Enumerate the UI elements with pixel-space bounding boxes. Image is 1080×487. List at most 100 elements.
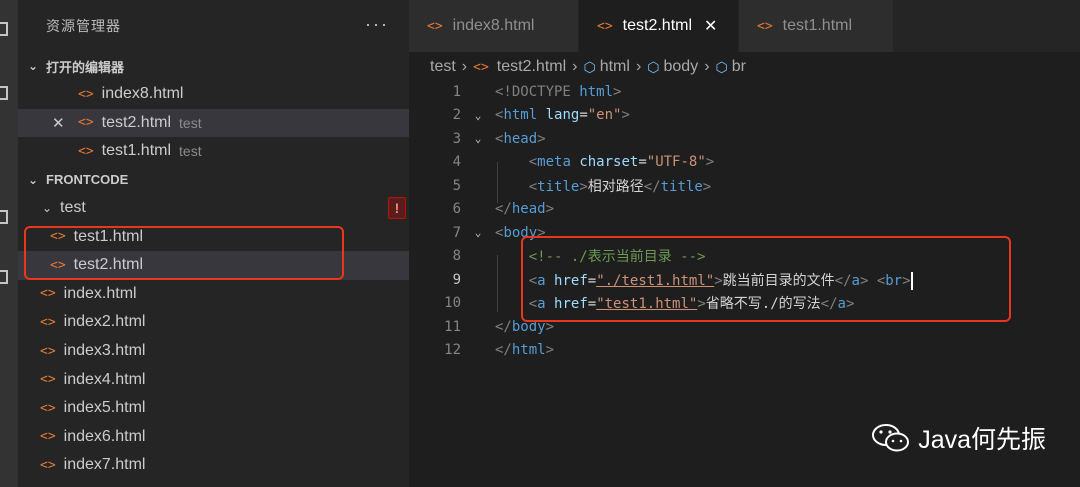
code-line: 12 </html> bbox=[409, 339, 1080, 363]
open-editor-name: test2.html bbox=[101, 113, 172, 131]
code-token: 相对路径 bbox=[587, 178, 644, 195]
chevron-down-icon[interactable]: ⌄ bbox=[461, 132, 495, 145]
chevron-down-icon: ⌄ bbox=[27, 59, 39, 73]
files-icon[interactable] bbox=[0, 22, 8, 36]
highlight-box bbox=[24, 226, 344, 280]
tab-test1[interactable]: <> test1.html bbox=[739, 0, 894, 52]
line-number: 12 bbox=[444, 342, 461, 359]
breadcrumb-item[interactable]: body bbox=[664, 58, 699, 76]
html-file-icon: <> bbox=[473, 59, 489, 75]
code-line: 6 </head> bbox=[409, 198, 1080, 222]
tab-index8[interactable]: <> index8.html bbox=[409, 0, 579, 52]
html-file-icon: <> bbox=[40, 457, 56, 473]
breadcrumb-item[interactable]: test2.html bbox=[497, 58, 566, 76]
source-control-icon[interactable] bbox=[0, 210, 8, 224]
open-editors-label: 打开的编辑器 bbox=[46, 59, 125, 75]
code-token: head bbox=[503, 130, 538, 147]
code-line: 3 ⌄ <head> bbox=[409, 127, 1080, 151]
file-item[interactable]: <> index4.html bbox=[18, 365, 409, 394]
code-token: "UTF-8" bbox=[646, 154, 706, 171]
html-file-icon: <> bbox=[40, 429, 56, 445]
workspace-label: FRONTCODE bbox=[46, 172, 129, 188]
code-token: head bbox=[511, 201, 546, 218]
chevron-right-icon: › bbox=[704, 58, 710, 75]
code-token: charset bbox=[579, 154, 639, 171]
file-item[interactable]: <> index5.html bbox=[18, 394, 409, 423]
line-number: 2 bbox=[452, 107, 461, 124]
file-item[interactable]: <> index7.html bbox=[18, 451, 409, 480]
file-name: index4.html bbox=[63, 370, 146, 388]
line-number: 11 bbox=[444, 318, 461, 335]
html-file-icon: <> bbox=[78, 86, 94, 102]
workspace-section[interactable]: ⌄ FRONTCODE bbox=[18, 166, 409, 194]
open-editor-item[interactable]: <> test1.html test bbox=[18, 137, 409, 166]
code-token: "en" bbox=[587, 107, 622, 124]
chevron-down-icon[interactable]: ⌄ bbox=[461, 226, 495, 239]
code-token: <!DOCTYPE bbox=[495, 83, 580, 100]
more-actions-icon[interactable]: ··· bbox=[365, 14, 389, 35]
file-item[interactable]: <> index2.html bbox=[18, 308, 409, 337]
open-editors-section[interactable]: ⌄ 打开的编辑器 bbox=[18, 52, 409, 80]
open-editor-hint: test bbox=[179, 143, 202, 160]
open-editor-hint: test bbox=[179, 114, 202, 131]
code-token: html bbox=[579, 83, 614, 100]
tab-label: index8.html bbox=[452, 17, 535, 34]
line-number: 3 bbox=[452, 130, 461, 147]
breadcrumb-item[interactable]: html bbox=[600, 58, 630, 76]
code-line: 5 <title>相对路径</title> bbox=[409, 174, 1080, 198]
breadcrumb-item[interactable]: br bbox=[732, 58, 746, 76]
chevron-down-icon: ⌄ bbox=[27, 172, 39, 187]
watermark-text: Java何先振 bbox=[918, 426, 1046, 454]
tab-test2[interactable]: <> test2.html ✕ bbox=[579, 0, 739, 52]
code-token: title bbox=[660, 178, 703, 195]
extensions-icon[interactable] bbox=[0, 270, 8, 284]
open-editor-item[interactable]: <> index8.html bbox=[18, 80, 409, 109]
line-number: 7 bbox=[452, 224, 461, 241]
line-number: 4 bbox=[452, 154, 461, 171]
file-name: index2.html bbox=[63, 313, 146, 331]
search-icon[interactable] bbox=[0, 86, 8, 100]
chevron-right-icon: › bbox=[635, 58, 642, 75]
tab-bar: <> index8.html <> test2.html ✕ <> test1.… bbox=[409, 0, 1080, 52]
file-item[interactable]: <> index3.html bbox=[18, 337, 409, 366]
wechat-icon bbox=[872, 424, 910, 452]
highlight-box bbox=[521, 236, 1011, 322]
open-editor-name: index8.html bbox=[101, 85, 184, 103]
html-file-icon: <> bbox=[40, 343, 56, 359]
line-number: 8 bbox=[452, 248, 461, 265]
line-number: 6 bbox=[452, 201, 461, 218]
html-file-icon: <> bbox=[40, 372, 56, 388]
html-file-icon: <> bbox=[427, 18, 443, 34]
html-file-icon: <> bbox=[40, 314, 56, 330]
chevron-down-icon[interactable]: ⌄ bbox=[461, 109, 495, 122]
folder-name: test bbox=[60, 199, 86, 217]
html-file-icon: <> bbox=[597, 18, 613, 34]
code-token: html bbox=[511, 342, 546, 359]
code-token: meta bbox=[537, 154, 571, 171]
line-number: 9 bbox=[452, 271, 461, 288]
code-line: 1 <!DOCTYPE html> bbox=[409, 80, 1080, 104]
html-file-icon: <> bbox=[40, 400, 56, 416]
tab-label: test1.html bbox=[782, 17, 853, 34]
chevron-down-icon: ⌄ bbox=[41, 201, 53, 216]
file-item[interactable]: <> index6.html bbox=[18, 423, 409, 452]
close-icon[interactable]: ✕ bbox=[704, 16, 717, 36]
open-editor-item[interactable]: ✕ <> test2.html test bbox=[18, 108, 409, 138]
close-icon[interactable]: ✕ bbox=[52, 114, 65, 132]
explorer-sidebar: 资源管理器 ··· ⌄ 打开的编辑器 <> index8.html ✕ <> t… bbox=[18, 0, 409, 487]
file-name: index5.html bbox=[63, 399, 146, 417]
chevron-right-icon: › bbox=[461, 58, 468, 75]
code-line: 4 <meta charset="UTF-8"> bbox=[409, 151, 1080, 175]
watermark: Java何先振 bbox=[872, 420, 1046, 456]
code-line: 2 ⌄ <html lang="en"> bbox=[409, 104, 1080, 128]
explorer-title: 资源管理器 bbox=[46, 18, 121, 34]
code-token: > bbox=[613, 83, 622, 100]
symbol-element-icon: ⬡ bbox=[715, 58, 728, 75]
breadcrumb-item[interactable]: test bbox=[430, 58, 456, 76]
file-name: index7.html bbox=[63, 456, 146, 474]
folder-item-test[interactable]: ⌄ test ! bbox=[18, 194, 409, 223]
code-token: title bbox=[537, 178, 580, 195]
file-name: index.html bbox=[63, 284, 137, 302]
file-item[interactable]: <> index.html bbox=[18, 280, 409, 309]
chevron-right-icon: › bbox=[572, 58, 578, 75]
